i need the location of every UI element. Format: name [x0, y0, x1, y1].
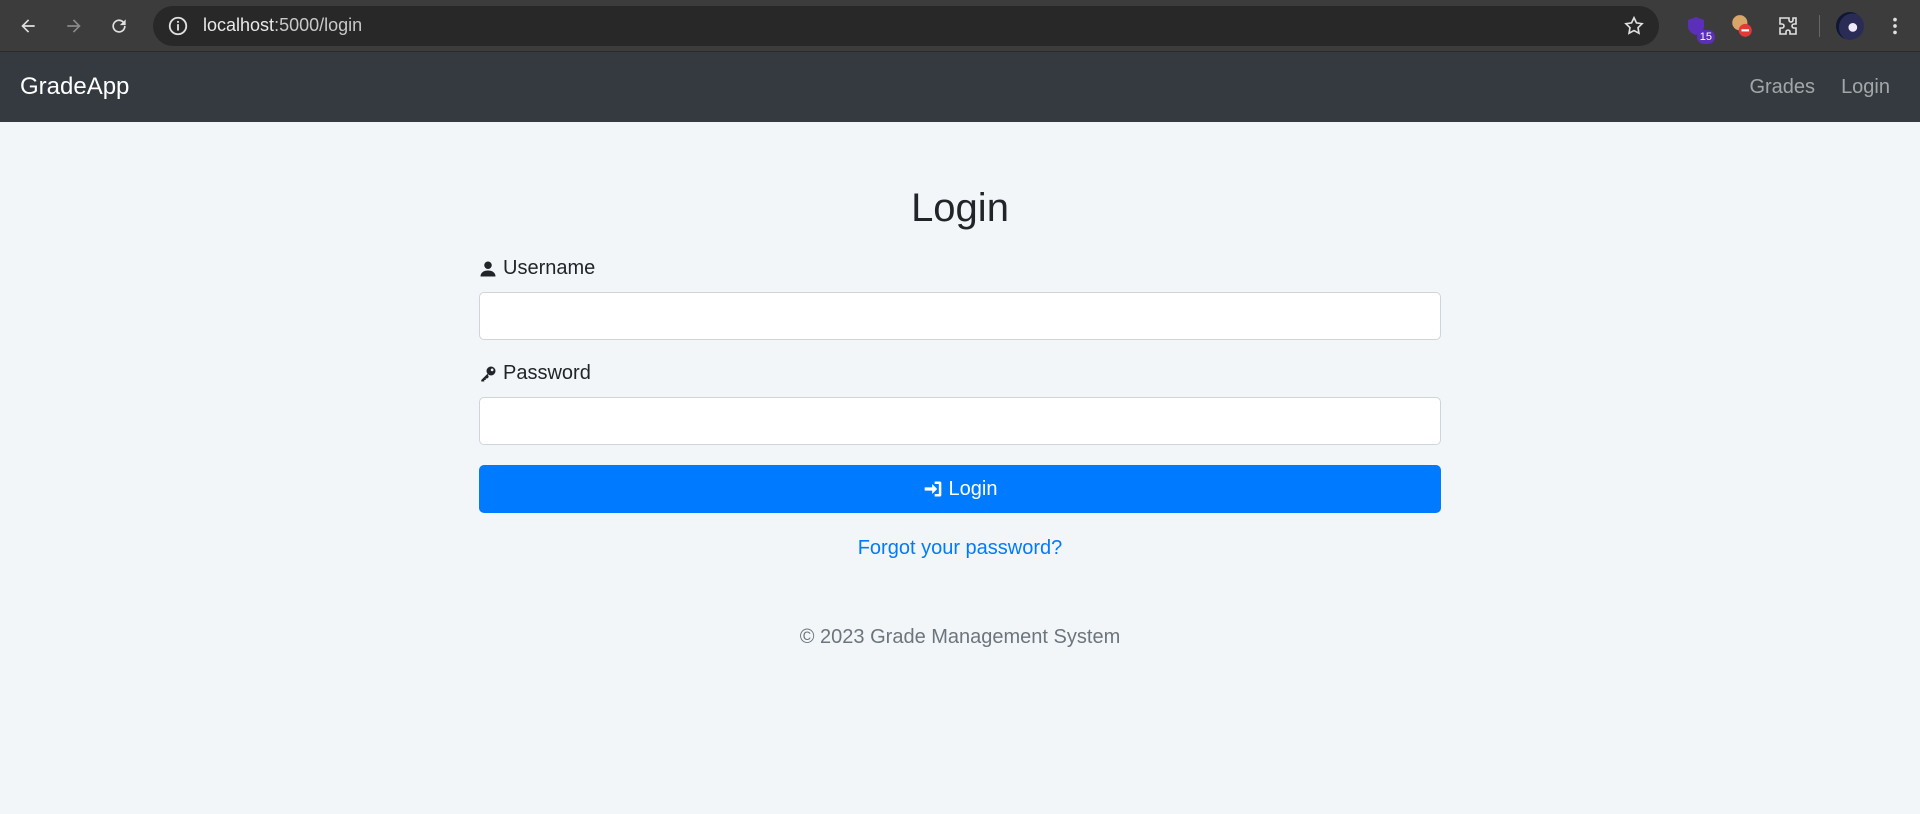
footer-text: © 2023 Grade Management System — [799, 626, 1121, 648]
profile-avatar[interactable] — [1836, 11, 1865, 40]
app-navbar: GradeApp Grades Login — [0, 52, 1920, 122]
forward-button[interactable] — [56, 8, 92, 44]
key-icon — [481, 366, 496, 381]
login-button[interactable]: Login — [479, 465, 1441, 513]
url-path: :5000/login — [274, 15, 363, 35]
reload-button[interactable] — [101, 8, 137, 44]
browser-toolbar: localhost:5000/login 15 — [0, 0, 1920, 52]
puzzle-icon — [1779, 16, 1797, 35]
bookmark-star-icon[interactable] — [1623, 15, 1645, 37]
reload-icon — [112, 18, 126, 33]
nav-link-login[interactable]: Login — [1841, 76, 1890, 99]
arrow-right-icon — [66, 18, 81, 33]
extension-shield[interactable]: 15 — [1681, 11, 1716, 44]
brand-logo[interactable]: GradeApp — [20, 73, 129, 101]
url-text[interactable]: localhost:5000/login — [203, 15, 1623, 36]
forgot-password-link[interactable]: Forgot your password? — [479, 537, 1441, 560]
password-input[interactable] — [479, 397, 1441, 445]
username-label: Username — [479, 257, 1441, 280]
address-bar[interactable]: localhost:5000/login — [153, 5, 1660, 46]
password-group: Password — [479, 362, 1441, 445]
extensions-menu[interactable] — [1773, 11, 1803, 41]
extension-badge: 15 — [1696, 29, 1716, 44]
url-host: localhost — [203, 15, 275, 35]
login-button-label: Login — [948, 477, 998, 500]
page-title: Login — [911, 186, 1009, 230]
password-label-text: Password — [503, 362, 591, 384]
nav-links: Grades Login — [1749, 76, 1900, 99]
nav-link-grades[interactable]: Grades — [1749, 76, 1815, 99]
arrow-left-icon — [21, 18, 35, 33]
login-container: Login Username Password Login Forgot you… — [479, 122, 1441, 649]
sign-in-icon — [924, 481, 941, 497]
user-icon — [480, 261, 496, 276]
kebab-menu-icon — [1893, 17, 1897, 34]
extensions-area: 15 — [1681, 11, 1910, 44]
username-input[interactable] — [479, 292, 1441, 340]
info-icon[interactable] — [167, 15, 189, 37]
password-label: Password — [479, 362, 1441, 385]
username-group: Username — [479, 257, 1441, 340]
blocker-extension-icon — [1732, 14, 1752, 37]
extension-blocker[interactable] — [1727, 11, 1757, 41]
back-button[interactable] — [10, 8, 46, 44]
toolbar-divider — [1819, 14, 1821, 37]
browser-menu-button[interactable] — [1880, 11, 1910, 41]
username-label-text: Username — [503, 257, 596, 279]
